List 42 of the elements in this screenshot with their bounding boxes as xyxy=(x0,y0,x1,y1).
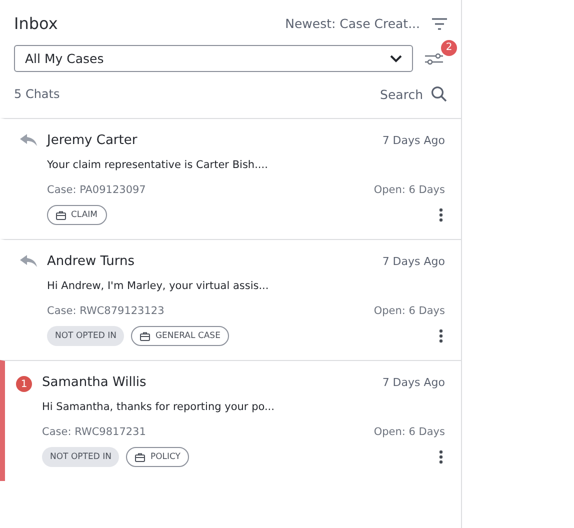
chat-time: 7 Days Ago xyxy=(382,255,445,268)
chevron-down-icon xyxy=(390,54,402,62)
status-tag: NOT OPTED IN xyxy=(47,326,124,346)
filter-count-badge: 2 xyxy=(441,40,457,56)
briefcase-icon xyxy=(56,210,66,220)
more-options-button[interactable] xyxy=(437,450,445,464)
case-type-tag: POLICY xyxy=(126,447,190,467)
reply-icon xyxy=(20,255,38,268)
case-type-tag: CLAIM xyxy=(47,205,107,225)
inbox-title: Inbox xyxy=(14,14,58,33)
more-options-button[interactable] xyxy=(437,329,445,343)
chat-card[interactable]: Jeremy Carter 7 Days Ago Your claim representative is Carter Bish.... Case: PA09123097 Open: 6 Days CLAIM xyxy=(0,118,461,239)
case-number: Case: RWC879123123 xyxy=(47,305,164,317)
status-tag: NOT OPTED IN xyxy=(42,447,120,467)
search-icon[interactable] xyxy=(431,86,447,102)
chat-card[interactable]: Andrew Turns 7 Days Ago Hi Andrew, I'm Marley, your virtual assis... Case: RWC879123123 Open: 6 Days NOT OPTED IN GENERAL CASE xyxy=(0,239,461,360)
open-duration: Open: 6 Days xyxy=(374,184,445,196)
chat-count: 5 Chats xyxy=(14,87,60,101)
contact-name: Jeremy Carter xyxy=(47,133,138,148)
case-type-tag: GENERAL CASE xyxy=(131,326,230,346)
chat-time: 7 Days Ago xyxy=(382,376,445,389)
sort-label[interactable]: Newest: Case Creat... xyxy=(285,16,420,31)
unread-badge: 1 xyxy=(16,376,32,392)
reply-icon xyxy=(20,134,38,147)
message-preview: Hi Samantha, thanks for reporting your po... xyxy=(42,401,276,413)
contact-name: Andrew Turns xyxy=(47,254,135,269)
open-duration: Open: 6 Days xyxy=(374,426,445,438)
chat-card[interactable]: 1 Samantha Willis 7 Days Ago Hi Samantha, thanks for reporting your po... Case: RWC9817231 Open: 6 Days NOT OPTED IN POLICY xyxy=(0,360,461,481)
chat-time: 7 Days Ago xyxy=(382,134,445,147)
search-label[interactable]: Search xyxy=(380,86,423,102)
sort-icon[interactable] xyxy=(432,18,447,30)
briefcase-icon xyxy=(135,452,146,462)
filter-sliders-icon[interactable] xyxy=(425,52,443,66)
case-number: Case: PA09123097 xyxy=(47,184,146,196)
message-preview: Your claim representative is Carter Bish.... xyxy=(47,159,269,171)
contact-name: Samantha Willis xyxy=(42,375,146,390)
more-options-button[interactable] xyxy=(437,208,445,222)
open-duration: Open: 6 Days xyxy=(374,305,445,317)
case-number: Case: RWC9817231 xyxy=(42,426,146,438)
message-preview: Hi Andrew, I'm Marley, your virtual assis... xyxy=(47,280,270,292)
briefcase-icon xyxy=(140,332,150,340)
case-filter-dropdown[interactable]: All My Cases xyxy=(14,45,413,72)
